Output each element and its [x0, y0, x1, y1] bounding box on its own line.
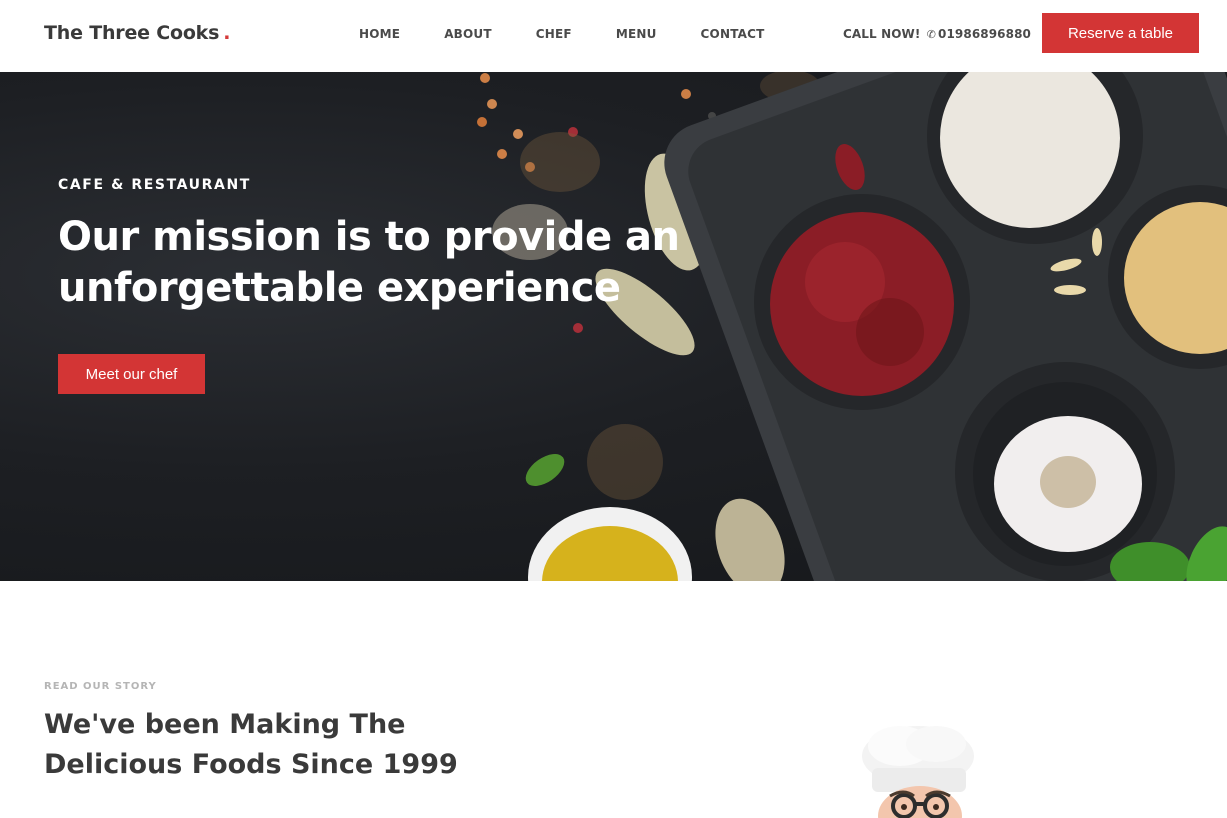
nav-home[interactable]: HOME [359, 27, 400, 41]
story-title-line-1: We've been Making The [44, 709, 406, 740]
hero-section: CAFE & RESTAURANT Our mission is to prov… [0, 72, 1227, 581]
hero-eyebrow: CAFE & RESTAURANT [58, 177, 251, 193]
story-title-line-2: Delicious Foods Since 1999 [44, 749, 458, 780]
chef-illustration [862, 726, 974, 818]
call-label: CALL NOW! [843, 27, 921, 41]
nav-menu[interactable]: MENU [616, 27, 657, 41]
hero-title-line-2: unforgettable experience [58, 265, 621, 311]
call-now[interactable]: CALL NOW! ✆ 01986896880 [843, 27, 1031, 41]
brand-logo[interactable]: The Three Cooks. [44, 22, 230, 44]
site-header: The Three Cooks. HOME ABOUT CHEF MENU CO… [0, 0, 1227, 72]
phone-number: 01986896880 [938, 27, 1031, 41]
nav-contact[interactable]: CONTACT [701, 27, 765, 41]
hero-title: Our mission is to provide an unforgettab… [58, 212, 758, 314]
main-nav: HOME ABOUT CHEF MENU CONTACT [359, 27, 809, 41]
story-eyebrow: READ OUR STORY [44, 681, 157, 692]
brand-dot: . [223, 22, 231, 44]
hero-food-image [477, 72, 1227, 581]
brand-name: The Three Cooks [44, 22, 220, 44]
phone-icon: ✆ [926, 28, 937, 41]
meet-our-chef-button[interactable]: Meet our chef [58, 354, 205, 394]
reserve-table-button[interactable]: Reserve a table [1042, 13, 1199, 53]
nav-about[interactable]: ABOUT [444, 27, 492, 41]
story-title: We've been Making The Delicious Foods Si… [44, 705, 504, 785]
nav-chef[interactable]: CHEF [536, 27, 572, 41]
hero-title-line-1: Our mission is to provide an [58, 214, 680, 260]
